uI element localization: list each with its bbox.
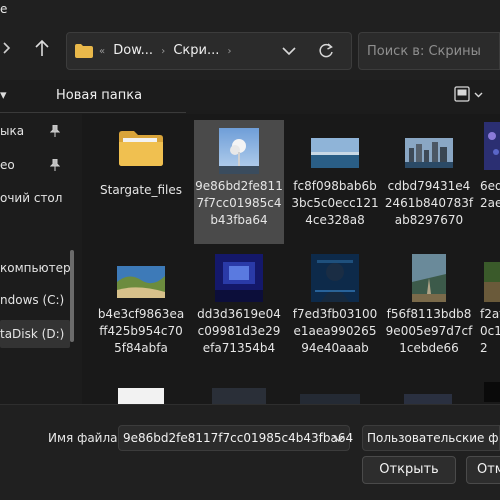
file-item[interactable]: f56f8113bdb89e005e97d7cf1cebde66 xyxy=(384,254,474,384)
image-thumbnail xyxy=(412,254,446,302)
file-name: f56f8113bdb89e005e97d7cf1cebde66 xyxy=(385,307,473,355)
filename-value: 9e86bd2fe8117f7cc01985c4b43fba64 xyxy=(123,431,354,445)
file-name: cdbd79431e42461b840783fab8297670 xyxy=(384,179,474,227)
file-item[interactable]: fc8f098bab6b3bc5c0ecc1214ce328a8 xyxy=(290,122,380,252)
image-thumbnail xyxy=(212,388,266,404)
file-item[interactable] xyxy=(194,388,284,404)
title-bar: e xyxy=(0,0,500,24)
divider xyxy=(0,112,186,113)
file-item[interactable]: Stargate_files xyxy=(96,122,186,252)
breadcrumb: « Dow... › Скри... › xyxy=(95,43,236,58)
file-name: fc8f098bab6b3bc5c0ecc1214ce328a8 xyxy=(291,179,379,227)
file-name: Stargate_files xyxy=(100,183,182,197)
file-grid: Stargate_files 9e86bd2fe8117f7cc01985c4b… xyxy=(82,114,500,404)
filetype-value: Пользовательские файлы xyxy=(367,431,499,445)
search-input[interactable]: Поиск в: Скрины xyxy=(358,32,500,70)
file-item[interactable] xyxy=(384,388,474,404)
sidebar-item-label: очий стол xyxy=(0,191,63,205)
image-thumbnail xyxy=(404,394,452,404)
back-button[interactable] xyxy=(0,36,24,60)
up-button[interactable] xyxy=(30,36,54,60)
open-button[interactable]: Открыть xyxy=(362,456,456,484)
image-thumbnail xyxy=(219,128,259,174)
sidebar-item-drive-c[interactable]: ndows (C:) xyxy=(0,286,70,314)
image-thumbnail xyxy=(215,254,263,302)
image-thumbnail xyxy=(405,138,453,168)
file-item[interactable]: cdbd79431e42461b840783fab8297670 xyxy=(384,122,474,252)
file-name: f2af9f0c15e2 xyxy=(480,307,500,355)
file-name: 9e86bd2fe8117f7cc01985c4b43fba64 xyxy=(195,179,283,227)
chevron-right-icon[interactable]: › xyxy=(161,46,165,57)
filetype-select[interactable]: Пользовательские файлы xyxy=(362,425,500,451)
address-bar[interactable]: « Dow... › Скри... › xyxy=(66,32,352,70)
chevron-right-icon xyxy=(3,42,11,54)
chevron-down-icon[interactable] xyxy=(333,431,345,445)
file-item[interactable]: 6edcf2ae13 xyxy=(478,122,500,252)
image-thumbnail xyxy=(311,138,359,168)
chevron-right-icon[interactable]: › xyxy=(228,46,232,57)
filename-label: Имя файла: xyxy=(48,431,122,445)
breadcrumb-item-downloads[interactable]: Dow... xyxy=(113,43,153,58)
image-thumbnail xyxy=(311,254,359,302)
file-item[interactable] xyxy=(96,388,186,404)
image-thumbnail xyxy=(484,382,500,402)
file-item[interactable]: f2af9f0c15e2 xyxy=(478,254,500,384)
sidebar-item-label: ыка xyxy=(0,124,25,138)
cancel-button[interactable]: Отмена xyxy=(466,456,500,484)
file-item[interactable]: f7ed3fb03100e1aea99026594e40aaab xyxy=(290,254,380,384)
window-title: e xyxy=(0,2,8,16)
image-thumbnail xyxy=(117,266,165,298)
breadcrumb-item-screens[interactable]: Скри... xyxy=(173,43,219,58)
pin-icon xyxy=(50,159,60,171)
file-name: 6edcf2ae13 xyxy=(480,179,500,210)
sidebar-item-drive-d[interactable]: taDisk (D:) xyxy=(0,320,70,348)
file-item[interactable] xyxy=(290,388,380,404)
image-thumbnail xyxy=(484,262,500,302)
sidebar-item-label: компьютер xyxy=(0,261,70,275)
refresh-icon[interactable] xyxy=(317,42,335,60)
file-item-selected[interactable]: 9e86bd2fe8117f7cc01985c4b43fba64 xyxy=(194,120,284,244)
file-item[interactable]: dd3d3619e04c09981d3e29efa71354b4 xyxy=(194,254,284,384)
sidebar-item-library[interactable]: ыка xyxy=(0,117,70,145)
file-name: dd3d3619e04c09981d3e29efa71354b4 xyxy=(197,307,281,355)
sidebar-item-video[interactable]: ео xyxy=(0,151,70,179)
view-options-button[interactable] xyxy=(454,86,484,104)
folder-icon xyxy=(75,44,93,58)
sidebar-item-this-pc[interactable]: компьютер xyxy=(0,254,70,282)
file-item[interactable]: b4e3cf9863eaff425b954c705f84abfa xyxy=(96,254,186,384)
sidebar-item-label: ео xyxy=(0,158,15,172)
overflow-chevrons-icon: « xyxy=(99,46,106,57)
pin-icon xyxy=(50,125,60,137)
view-icon xyxy=(454,86,483,102)
file-item[interactable] xyxy=(478,382,500,404)
sidebar-item-label: ndows (C:) xyxy=(0,293,65,307)
new-folder-button[interactable]: Новая папка xyxy=(56,88,142,103)
arrow-up-icon xyxy=(35,39,49,56)
cancel-button-label: Отмена xyxy=(477,462,500,477)
file-name: f7ed3fb03100e1aea99026594e40aaab xyxy=(292,307,378,355)
organize-dropdown-icon[interactable]: ▾ xyxy=(0,88,7,103)
image-thumbnail xyxy=(118,388,164,404)
filename-input[interactable]: 9e86bd2fe8117f7cc01985c4b43fba64 xyxy=(118,425,354,451)
file-name: b4e3cf9863eaff425b954c705f84abfa xyxy=(97,307,185,355)
folder-icon xyxy=(119,131,163,166)
image-thumbnail xyxy=(484,122,500,170)
sidebar-item-label: taDisk (D:) xyxy=(0,327,65,341)
sidebar-item-desktop[interactable]: очий стол xyxy=(0,184,70,212)
image-thumbnail xyxy=(300,394,360,404)
search-placeholder: Поиск в: Скрины xyxy=(367,44,481,59)
chevron-down-icon[interactable] xyxy=(281,43,297,59)
dialog-footer xyxy=(0,404,500,500)
sidebar-scrollbar[interactable] xyxy=(70,250,74,342)
